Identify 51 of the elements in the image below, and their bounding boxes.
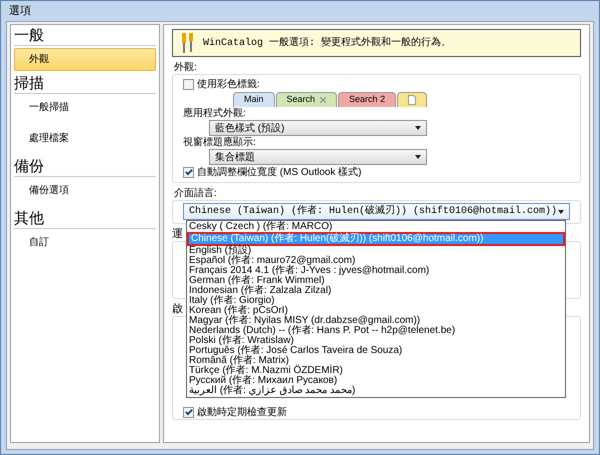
title-dropdown[interactable]: 集合標題 — [209, 149, 427, 165]
list-option[interactable]: Polski (作者: Wratislaw) — [187, 336, 565, 346]
list-option[interactable]: Français 2014 4.1 (作者: J-Yves : jyves@hotmail.com) — [187, 266, 565, 276]
group-title: 運 — [172, 228, 183, 241]
list-option[interactable]: Cesky ( Czech ) (作者: MARCO) — [187, 222, 565, 232]
group-title: 外觀: — [174, 61, 198, 74]
sidebar-item[interactable]: 備份選項 — [14, 179, 156, 202]
caret-icon — [558, 210, 564, 214]
sidebar-item[interactable]: 外觀 — [14, 48, 156, 71]
tab[interactable]: Search 2 — [338, 92, 396, 107]
tab[interactable]: Main — [233, 92, 275, 107]
tools-icon — [181, 32, 195, 54]
new-tab[interactable] — [397, 92, 428, 107]
tab[interactable]: Search — [276, 92, 338, 107]
list-option[interactable]: English (預設) — [187, 246, 565, 256]
list-option[interactable]: Nederlands (Dutch) -- (作者: Hans P. Pot -- h2p@telenet.be) — [187, 326, 565, 336]
list-option[interactable]: Русский (作者: Михаил Русаков) — [187, 376, 565, 386]
section-header: 其他 — [14, 210, 156, 229]
caret-icon — [415, 126, 421, 130]
checkbox[interactable] — [183, 166, 194, 178]
list-option[interactable]: Indonesian (作者: Zalzala Zilzal) — [187, 286, 565, 296]
sidebar-item[interactable]: 處理檔案 — [14, 127, 156, 150]
list-option[interactable]: Türkçe (作者: M.Nazmi ÖZDEMİR) — [187, 366, 565, 376]
window-title: 選項 — [8, 4, 32, 19]
list-option[interactable]: Português (作者: José Carlos Taveira de Souza) — [187, 346, 565, 356]
checkbox-label: 啟動時定期檢查更新 — [197, 406, 287, 420]
section-header: 掃描 — [14, 75, 156, 94]
list-option[interactable]: العربية (作者: محمد محمد صادق عزازي) — [187, 386, 565, 396]
group-title: 啟 — [172, 303, 183, 316]
group-title: 介面語言: — [174, 187, 218, 200]
checkbox-label: 自動調整欄位寬度 (MS Outlook 樣式) — [197, 166, 362, 180]
field-label: 視窗標題應顯示: — [183, 136, 257, 149]
language-dropdown[interactable]: Chinese (Taiwan) (作者: Hulen(破滅刃)) (shift0106@hotmail.com)) — [183, 203, 570, 220]
section-header: 一般 — [14, 27, 156, 46]
close-icon[interactable] — [320, 97, 326, 103]
list-option[interactable]: Magyar (作者: Nyilas MISY (dr.dabzse@gmail.com)) — [187, 316, 565, 326]
checkbox[interactable] — [183, 406, 194, 418]
sidebar-item[interactable]: 一般掃描 — [14, 96, 156, 119]
checkbox-label: 使用彩色標籤: — [197, 78, 260, 92]
checkbox[interactable] — [183, 78, 194, 90]
style-dropdown[interactable]: 藍色樣式 (預設) — [209, 120, 427, 136]
list-option[interactable]: Korean (作者: pCsOrI) — [187, 306, 565, 316]
banner-text: WinCatalog 一般選項: 變更程式外觀和一般的行為。 — [203, 36, 452, 50]
list-option[interactable]: German (作者: Frank Wimmel) — [187, 276, 565, 286]
caret-icon — [415, 155, 421, 159]
section-header: 備份 — [14, 158, 156, 177]
sidebar-item[interactable]: 自訂 — [14, 231, 156, 254]
list-option[interactable]: Italy (作者: Giorgio) — [187, 296, 565, 306]
field-label: 應用程式外觀: — [183, 107, 247, 120]
list-option[interactable]: Español (作者: mauro72@gmail.com) — [187, 256, 565, 266]
page-icon — [408, 95, 416, 105]
